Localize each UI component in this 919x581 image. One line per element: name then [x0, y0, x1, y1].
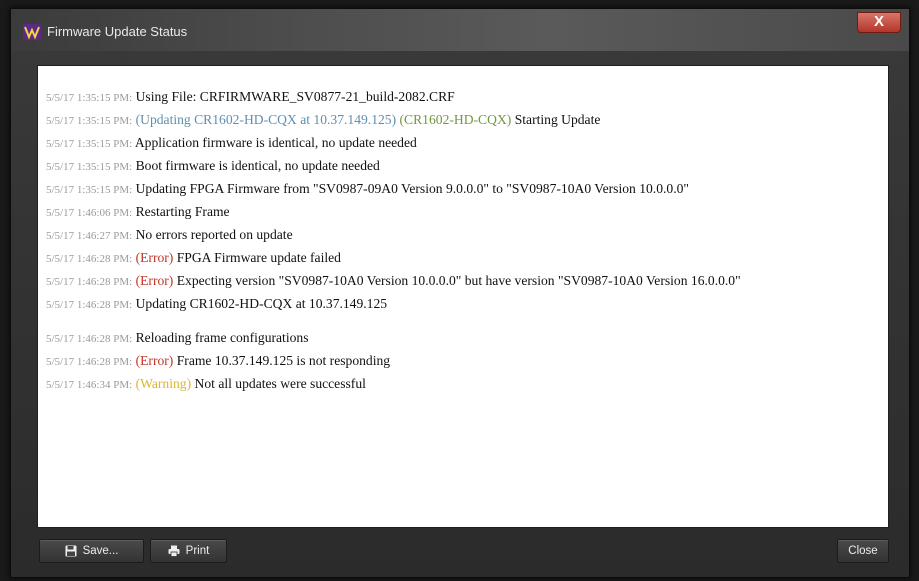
log-message: No errors reported on update — [135, 227, 293, 242]
log-timestamp: 5/5/17 1:46:28 PM: — [46, 333, 133, 345]
log-message: Starting Update — [511, 112, 601, 127]
log-device-tag: (CR1602-HD-CQX) — [396, 112, 512, 127]
log-info-tag: (Updating CR1602-HD-CQX at 10.37.149.125… — [135, 112, 397, 127]
log-timestamp: 5/5/17 1:46:34 PM: — [46, 379, 133, 391]
log-message: Reloading frame configurations — [135, 330, 309, 345]
log-output[interactable]: 5/5/17 1:35:15 PM: Using File: CRFIRMWAR… — [37, 65, 889, 528]
log-line: 5/5/17 1:35:15 PM: Boot firmware is iden… — [46, 155, 888, 178]
window-title: Firmware Update Status — [47, 24, 188, 39]
log-timestamp: 5/5/17 1:35:15 PM: — [46, 92, 133, 104]
log-timestamp: 5/5/17 1:35:15 PM: — [46, 161, 133, 173]
close-window-button[interactable]: X — [857, 12, 901, 33]
log-timestamp: 5/5/17 1:46:28 PM: — [46, 253, 133, 265]
log-line: 5/5/17 1:46:28 PM: Updating CR1602-HD-CQ… — [46, 293, 888, 316]
log-error-tag: (Error) — [135, 353, 174, 368]
log-message: Using File: CRFIRMWARE_SV0877-21_build-2… — [135, 89, 455, 104]
log-line: 5/5/17 1:46:28 PM: (Error) Frame 10.37.1… — [46, 350, 888, 373]
log-line: 5/5/17 1:35:15 PM: Application firmware … — [46, 132, 888, 155]
log-warning-tag: (Warning) — [135, 376, 192, 391]
log-message: Updating CR1602-HD-CQX at 10.37.149.125 — [135, 296, 388, 311]
log-error-tag: (Error) — [135, 250, 174, 265]
log-line: 5/5/17 1:46:28 PM: Reloading frame confi… — [46, 327, 888, 350]
app-logo-icon — [23, 24, 41, 40]
log-message: Not all updates were successful — [191, 376, 366, 391]
log-timestamp: 5/5/17 1:46:06 PM: — [46, 207, 133, 219]
log-message: Restarting Frame — [135, 204, 230, 219]
log-timestamp: 5/5/17 1:46:28 PM: — [46, 356, 133, 368]
floppy-disk-icon — [65, 545, 77, 557]
log-line: 5/5/17 1:46:06 PM: Restarting Frame — [46, 201, 888, 224]
log-line: 5/5/17 1:46:27 PM: No errors reported on… — [46, 224, 888, 247]
log-line: 5/5/17 1:46:28 PM: (Error) Expecting ver… — [46, 270, 846, 293]
log-line: 5/5/17 1:35:15 PM: (Updating CR1602-HD-C… — [46, 109, 888, 132]
log-line: 5/5/17 1:35:15 PM: Using File: CRFIRMWAR… — [46, 86, 888, 109]
log-message: Application firmware is identical, no up… — [134, 135, 417, 150]
log-message: Boot firmware is identical, no update ne… — [135, 158, 380, 173]
close-button[interactable]: Close — [837, 539, 889, 563]
log-error-tag: (Error) — [135, 273, 174, 288]
save-button[interactable]: Save... — [39, 539, 144, 563]
log-timestamp: 5/5/17 1:35:15 PM: — [46, 184, 133, 196]
print-button[interactable]: Print — [150, 539, 227, 563]
log-message: FPGA Firmware update failed — [173, 250, 341, 265]
log-line: 5/5/17 1:46:34 PM: (Warning) Not all upd… — [46, 373, 888, 396]
log-message: Frame 10.37.149.125 is not responding — [173, 353, 391, 368]
log-timestamp: 5/5/17 1:46:28 PM: — [46, 299, 133, 311]
log-timestamp: 5/5/17 1:46:27 PM: — [46, 230, 133, 242]
close-button-label: Close — [848, 545, 878, 557]
log-timestamp: 5/5/17 1:35:15 PM: — [46, 115, 133, 127]
log-message: Updating FPGA Firmware from "SV0987-09A0… — [135, 181, 689, 196]
title-bar[interactable]: Firmware Update Status X — [11, 9, 909, 51]
firmware-update-dialog: Firmware Update Status X 5/5/17 1:35:15 … — [10, 8, 910, 578]
log-timestamp: 5/5/17 1:46:28 PM: — [46, 276, 133, 288]
log-line: 5/5/17 1:35:15 PM: Updating FPGA Firmwar… — [46, 178, 888, 201]
log-line: 5/5/17 1:46:28 PM: (Error) FPGA Firmware… — [46, 247, 888, 270]
print-button-label: Print — [185, 545, 210, 557]
log-message: Expecting version "SV0987-10A0 Version 1… — [173, 273, 741, 288]
save-button-label: Save... — [82, 545, 119, 557]
printer-icon — [168, 545, 180, 557]
log-timestamp: 5/5/17 1:35:15 PM: — [46, 138, 133, 150]
